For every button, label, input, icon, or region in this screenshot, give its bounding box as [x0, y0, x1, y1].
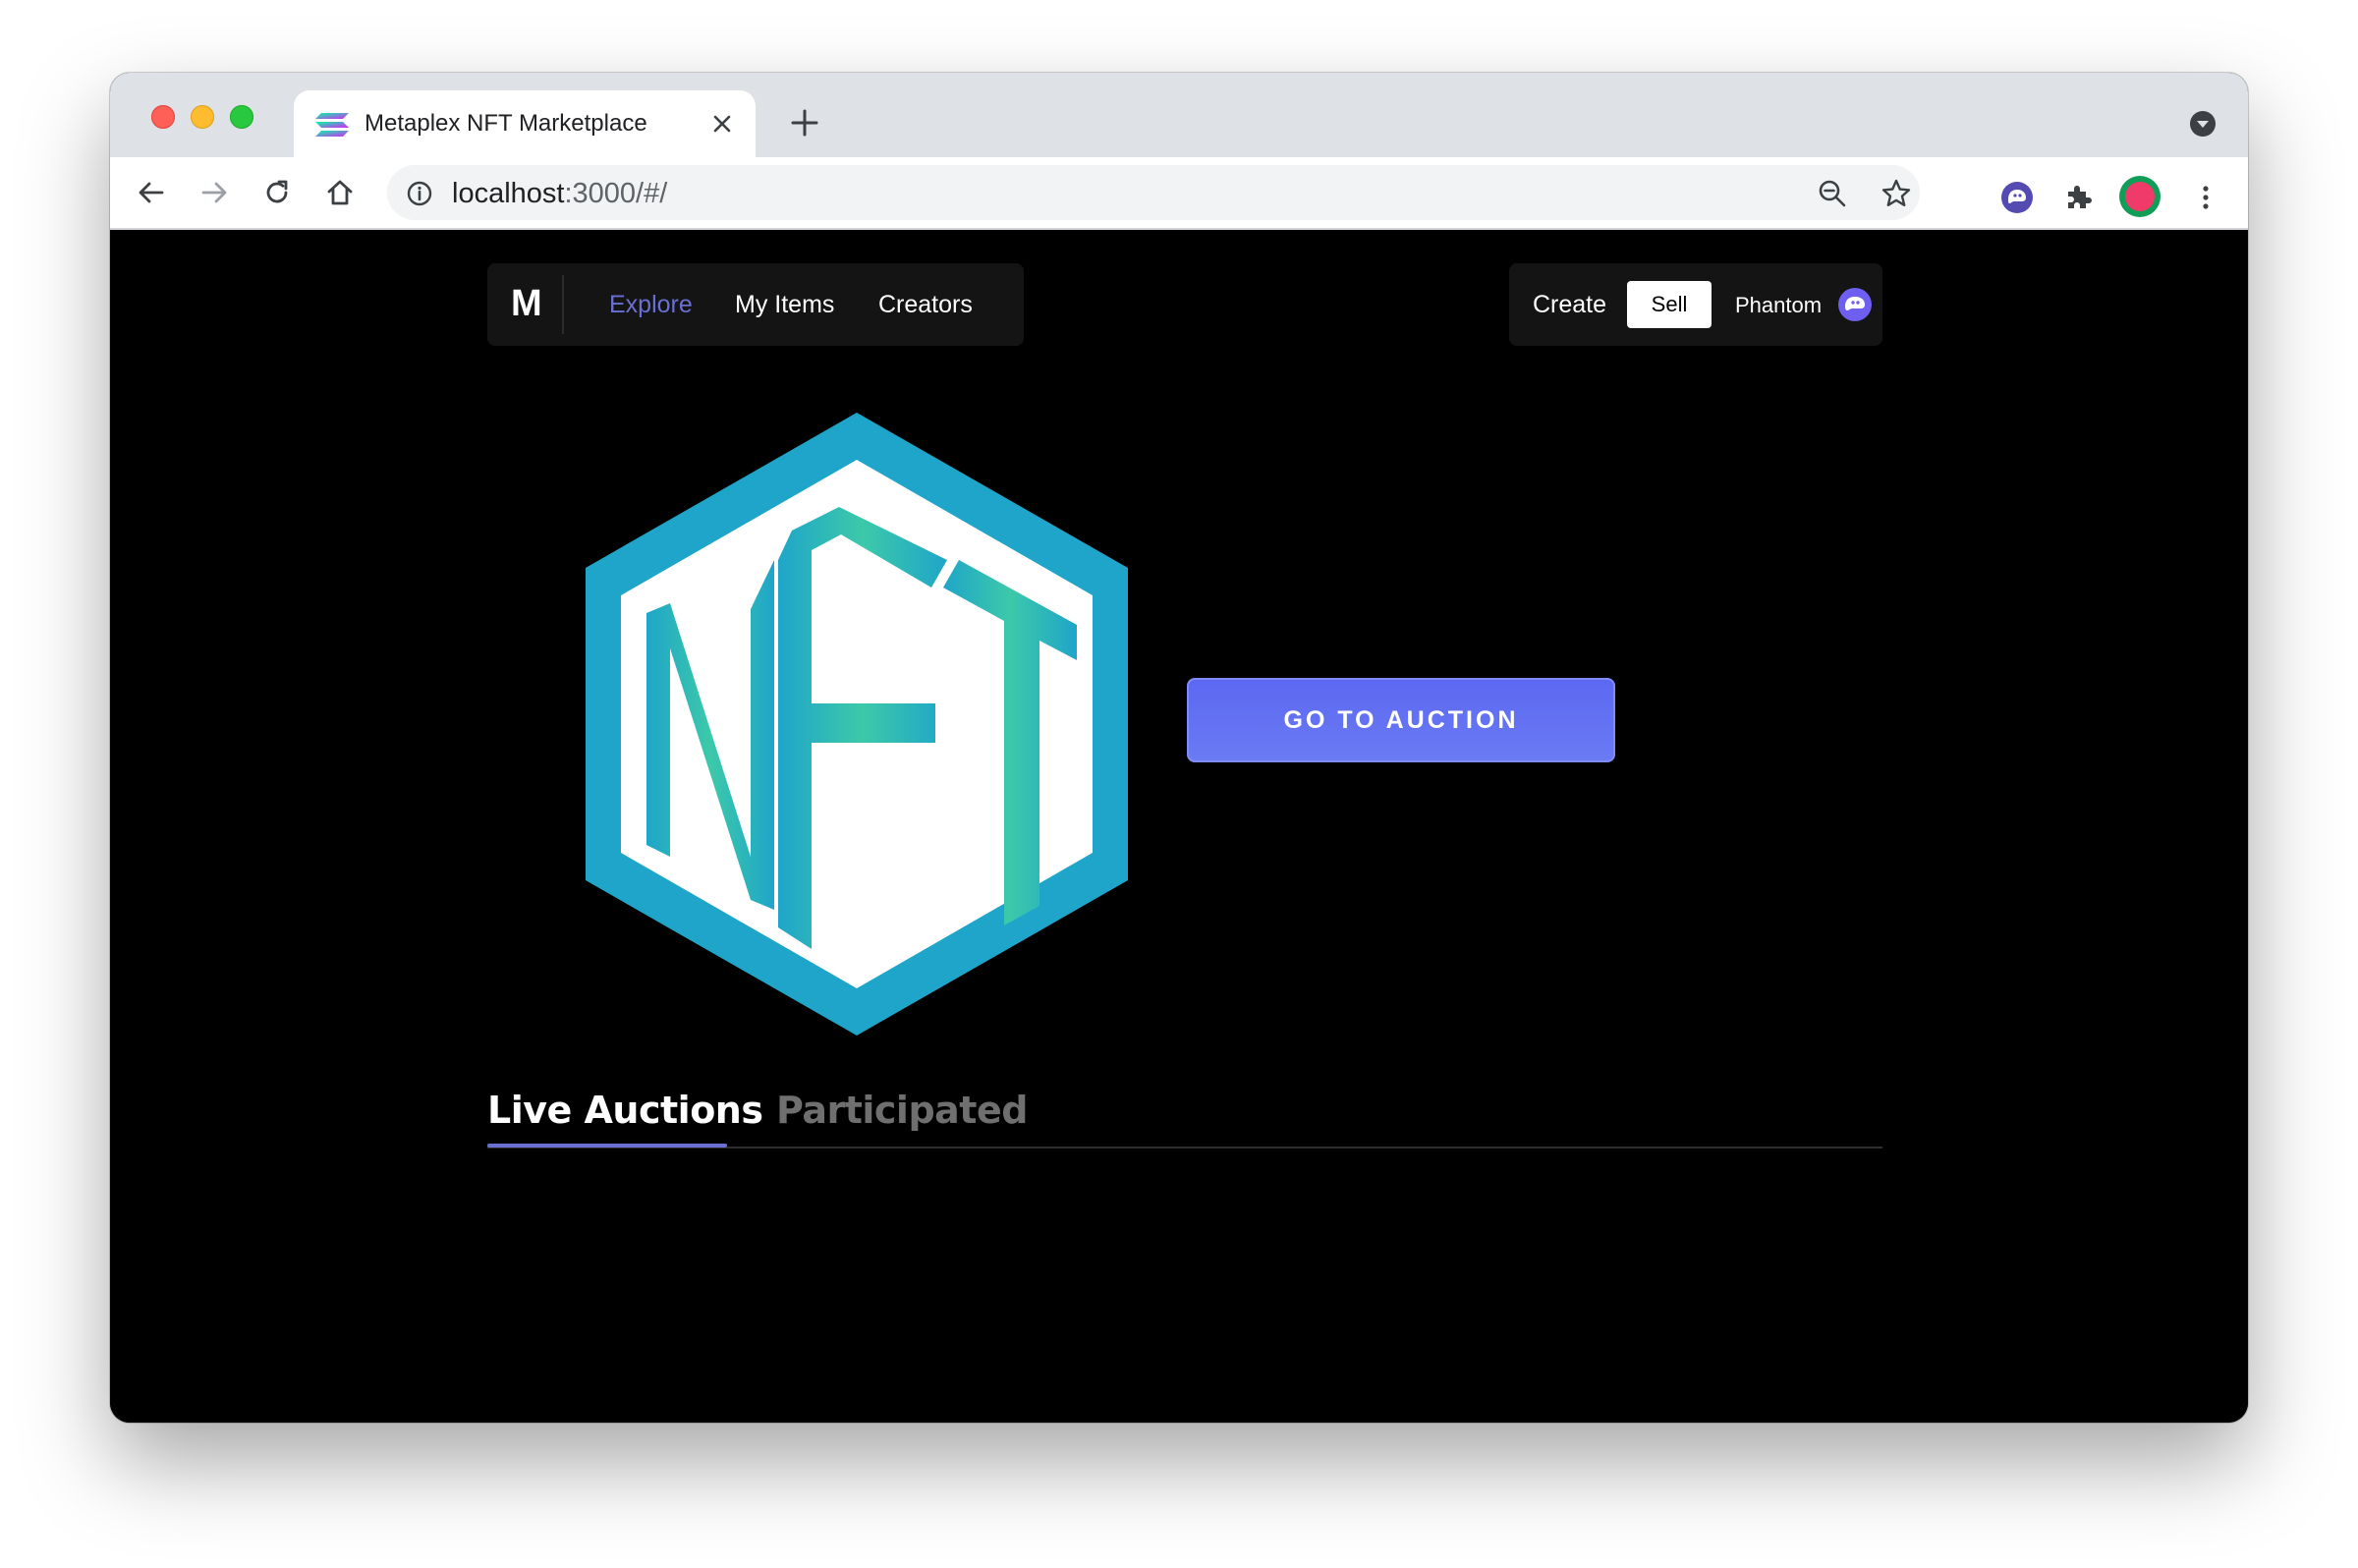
nav-link-explore[interactable]: Explore: [609, 291, 693, 319]
nav-link-creators[interactable]: Creators: [878, 291, 973, 319]
active-tab-underline: [487, 1144, 727, 1148]
more-menu-icon[interactable]: [2191, 183, 2220, 212]
extensions-puzzle-icon[interactable]: [2063, 181, 2095, 212]
address-bar[interactable]: localhost:3000/#/: [387, 165, 1920, 220]
solana-icon: [315, 113, 349, 137]
maximize-window-button[interactable]: [230, 105, 253, 129]
nav-link-my-items[interactable]: My Items: [735, 291, 834, 319]
minimize-window-button[interactable]: [191, 105, 214, 129]
site-info-icon[interactable]: [407, 181, 432, 206]
sell-button[interactable]: Sell: [1627, 281, 1712, 328]
tab-participated[interactable]: Participated: [776, 1089, 1028, 1132]
tab-title: Metaplex NFT Marketplace: [365, 110, 647, 137]
home-icon[interactable]: [324, 177, 356, 208]
create-link[interactable]: Create: [1533, 291, 1606, 319]
browser-toolbar: localhost:3000/#/: [110, 157, 2248, 230]
url-path: :3000/#/: [564, 178, 668, 209]
url-text: localhost:3000/#/: [452, 178, 667, 210]
browser-window: Metaplex NFT Marketplace localhost:3000/…: [110, 73, 2248, 1423]
wallet-name[interactable]: Phantom: [1735, 293, 1822, 318]
forward-arrow-icon[interactable]: [198, 177, 230, 208]
page-content: M Explore My Items Creators Create Sell …: [110, 230, 2248, 1423]
reload-icon[interactable]: [261, 177, 293, 208]
zoom-out-icon[interactable]: [1818, 179, 1847, 208]
phantom-ghost-icon[interactable]: [1837, 287, 1873, 322]
close-icon[interactable]: [710, 112, 734, 136]
go-to-auction-button[interactable]: GO TO AUCTION: [1187, 678, 1615, 762]
nav-divider: [562, 275, 564, 334]
tab-search-icon[interactable]: [2189, 110, 2217, 138]
auction-tabs: Live Auctions Participated: [487, 1089, 1882, 1149]
phantom-extension-icon[interactable]: [2000, 181, 2034, 214]
nft-hexagon-logo: [586, 413, 1128, 1036]
tab-live-auctions[interactable]: Live Auctions: [487, 1089, 763, 1132]
profile-avatar-icon[interactable]: [2118, 175, 2162, 218]
new-tab-plus-icon[interactable]: [790, 108, 819, 138]
tab-strip: Metaplex NFT Marketplace: [110, 73, 2248, 157]
brand-logo[interactable]: M: [511, 283, 542, 325]
browser-tab[interactable]: Metaplex NFT Marketplace: [294, 90, 756, 157]
bookmark-star-icon[interactable]: [1881, 178, 1912, 209]
main-nav: M Explore My Items Creators: [487, 263, 1024, 346]
back-arrow-icon[interactable]: [136, 177, 167, 208]
close-window-button[interactable]: [151, 105, 175, 129]
url-host: localhost: [452, 178, 565, 209]
account-nav: Create Sell Phantom: [1509, 263, 1882, 346]
